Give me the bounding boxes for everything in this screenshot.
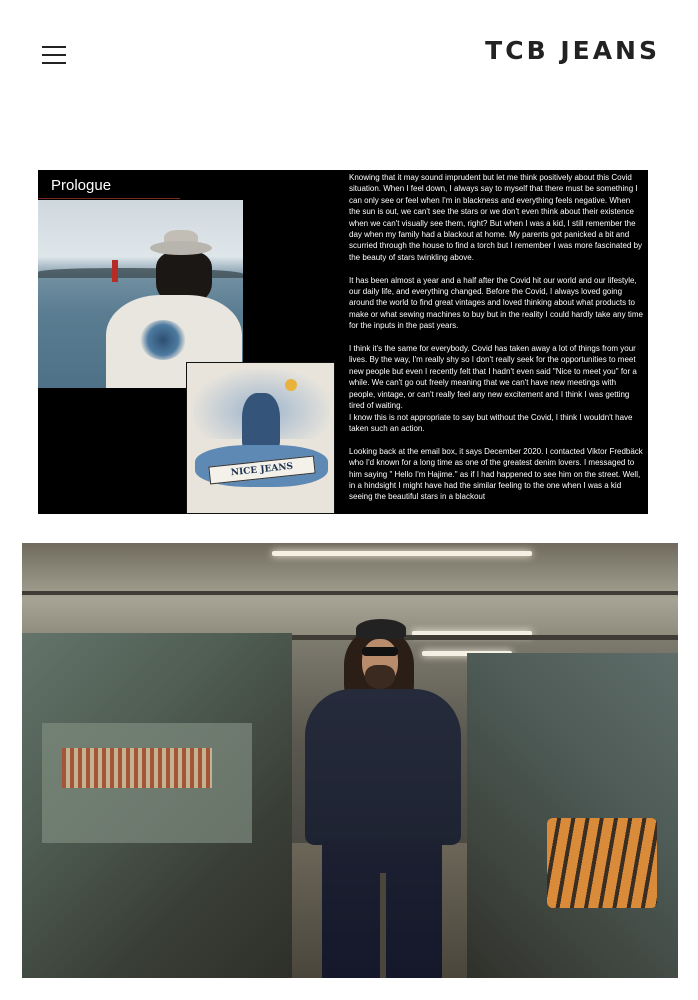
factory-loom-photo: [22, 543, 678, 978]
site-logo[interactable]: TCB JEANS: [485, 36, 660, 65]
prologue-paragraph-5: Looking back at the email box, it says D…: [349, 446, 643, 502]
prologue-paragraph-2: It has been almost a year and a half aft…: [349, 275, 643, 331]
photo-hat-brim: [150, 241, 212, 255]
photo-beam: [22, 591, 678, 595]
photo-person-sunglasses: [362, 647, 398, 656]
prologue-panel: Prologue NICE JEANS Knowing that it may …: [38, 170, 648, 514]
seaside-back-photo: [38, 200, 243, 388]
photo-ceiling-light: [272, 551, 532, 556]
prologue-paragraph-3: I think it's the same for everybody. Cov…: [349, 344, 637, 411]
photo-loom-right: [467, 653, 678, 978]
menu-bar-bottom: [42, 62, 66, 64]
prologue-title-underline: [38, 198, 180, 199]
hamburger-menu-icon[interactable]: [42, 46, 66, 66]
photo-bobbins: [547, 818, 657, 908]
prologue-paragraph-1: Knowing that it may sound imprudent but …: [349, 173, 643, 262]
shirt-print-closeup-photo: NICE JEANS: [186, 362, 335, 514]
menu-bar-middle: [42, 54, 66, 56]
prologue-title: Prologue: [51, 177, 112, 194]
photo-person-beard: [365, 665, 395, 689]
site-header: TCB JEANS: [0, 0, 698, 110]
prologue-body: Knowing that it may sound imprudent but …: [349, 172, 643, 514]
photo-person-cap: [356, 619, 406, 639]
photo-loom-threads: [62, 748, 212, 788]
photo-shoreline: [38, 268, 243, 278]
print-moon: [285, 379, 297, 391]
prologue-paragraph-4: I know this is not appropriate to say bu…: [349, 412, 633, 433]
photo-shirt-print: [140, 320, 186, 360]
print-figure: [242, 393, 280, 453]
photo-lighthouse: [112, 260, 118, 282]
photo-person-leg-gap: [380, 873, 386, 978]
menu-bar-top: [42, 46, 66, 48]
photo-person-denim-jacket: [305, 689, 461, 845]
